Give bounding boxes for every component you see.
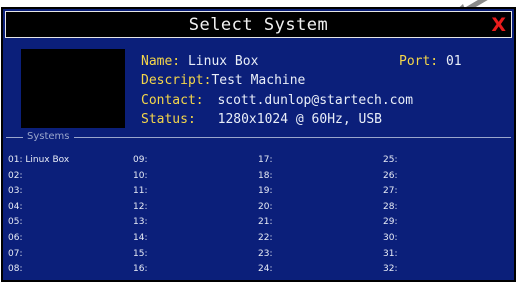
system-slot[interactable]: 19: (258, 184, 383, 200)
system-slot[interactable]: 13: (133, 215, 258, 231)
system-slot[interactable]: 27: (383, 184, 508, 200)
system-slot[interactable]: 30: (383, 231, 508, 247)
descript-label: Descript: (141, 73, 212, 88)
status-label: Status: (141, 112, 196, 127)
port-label: Port: (399, 54, 439, 69)
name-value: Linux Box (187, 54, 259, 69)
select-system-window: Select System X Name: Linux Box Port: 01… (1, 7, 516, 282)
system-slot[interactable]: 01: Linux Box (8, 153, 133, 169)
system-slot[interactable]: 16: (133, 262, 258, 278)
close-button[interactable]: X (491, 14, 506, 36)
system-slot[interactable]: 23: (258, 247, 383, 263)
system-slot[interactable]: 04: (8, 200, 133, 216)
system-slot[interactable]: 10: (133, 169, 258, 185)
system-slot[interactable]: 02: (8, 169, 133, 185)
status-value: 1280x1024 @ 60Hz, USB (217, 112, 382, 127)
system-slot[interactable]: 07: (8, 247, 133, 263)
info-contact: Contact: scott.dunlop@startech.com (141, 93, 413, 108)
system-slot[interactable]: 31: (383, 247, 508, 263)
system-slot[interactable]: 03: (8, 184, 133, 200)
system-slot[interactable]: 12: (133, 200, 258, 216)
system-slot[interactable]: 15: (133, 247, 258, 263)
port-value: 01 (445, 54, 462, 69)
contact-value: scott.dunlop@startech.com (217, 93, 414, 108)
system-slot[interactable]: 08: (8, 262, 133, 278)
system-slot[interactable]: 14: (133, 231, 258, 247)
system-slot[interactable]: 20: (258, 200, 383, 216)
system-slot[interactable]: 06: (8, 231, 133, 247)
title-bar: Select System X (5, 11, 512, 38)
systems-grid: 01: Linux Box 02: 03: 04: 05: 06: 07: 08… (8, 153, 508, 278)
system-preview (21, 49, 125, 128)
info-port: Port: 01 (399, 54, 462, 69)
info-status: Status: 1280x1024 @ 60Hz, USB (141, 112, 382, 127)
system-slot[interactable]: 29: (383, 215, 508, 231)
system-slot[interactable]: 25: (383, 153, 508, 169)
info-descript: Descript:Test Machine (141, 73, 305, 88)
system-slot[interactable]: 18: (258, 169, 383, 185)
systems-divider (6, 137, 511, 138)
name-label: Name: (141, 54, 181, 69)
system-slot[interactable]: 21: (258, 215, 383, 231)
system-slot[interactable]: 11: (133, 184, 258, 200)
system-slot[interactable]: 26: (383, 169, 508, 185)
system-slot[interactable]: 24: (258, 262, 383, 278)
systems-legend: Systems (23, 131, 74, 143)
system-slot[interactable]: 32: (383, 262, 508, 278)
system-slot[interactable]: 17: (258, 153, 383, 169)
info-name: Name: Linux Box (141, 54, 258, 69)
system-slot[interactable]: 22: (258, 231, 383, 247)
window-title: Select System (188, 14, 329, 35)
system-slot[interactable]: 28: (383, 200, 508, 216)
system-slot[interactable]: 09: (133, 153, 258, 169)
contact-label: Contact: (141, 93, 204, 108)
system-slot[interactable]: 05: (8, 215, 133, 231)
descript-value: Test Machine (211, 73, 306, 88)
